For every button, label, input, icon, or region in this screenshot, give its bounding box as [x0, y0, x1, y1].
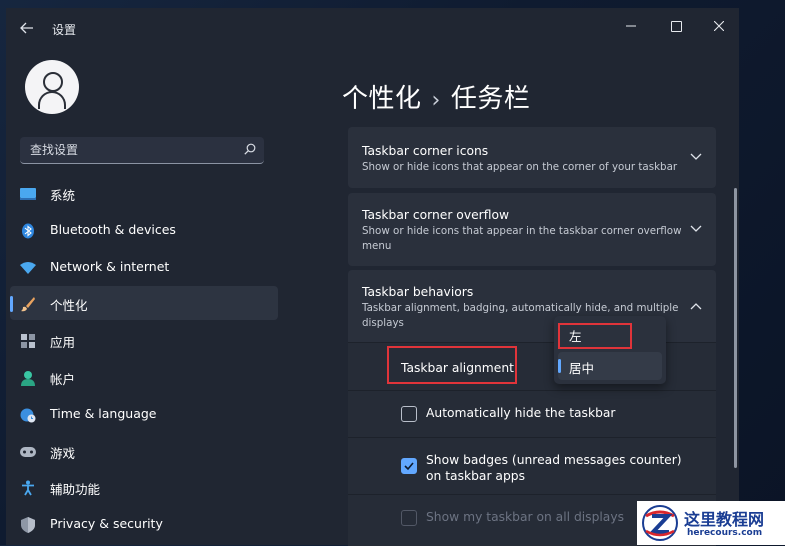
card-title: Taskbar behaviors — [362, 285, 474, 299]
card-description: Show or hide icons that appear on the co… — [362, 161, 678, 173]
sidebar-item-time-language[interactable]: Time & language — [10, 397, 278, 431]
brush-icon — [20, 296, 36, 312]
highlight-box-left-option — [558, 323, 632, 349]
sidebar-item-label: 应用 — [50, 335, 76, 351]
breadcrumb-parent[interactable]: 个性化 — [342, 84, 422, 114]
account-icon — [20, 370, 36, 386]
sidebar-item-label: 辅助功能 — [50, 482, 101, 498]
sidebar-item-label: 个性化 — [50, 298, 88, 314]
checkmark-icon — [404, 462, 414, 471]
show-badges-label: Show badges (unread messages counter) on… — [426, 452, 682, 484]
breadcrumb-separator: › — [431, 88, 441, 113]
search-input[interactable] — [30, 141, 230, 159]
accessibility-icon — [20, 480, 36, 496]
settings-window: 设置 系统 — [6, 8, 739, 546]
show-badges-row[interactable]: Show badges (unread messages counter) on… — [348, 437, 716, 494]
watermark: 这里教程网 herecours.com — [637, 501, 785, 545]
card-title: Taskbar corner overflow — [362, 208, 510, 222]
close-icon — [714, 21, 724, 31]
sidebar-item-apps[interactable]: 应用 — [10, 323, 278, 357]
taskbar-corner-overflow-card[interactable]: Taskbar corner overflow Show or hide ico… — [348, 193, 716, 266]
avatar-body-icon — [38, 91, 66, 109]
sidebar-item-gaming[interactable]: 游戏 — [10, 434, 278, 468]
page-title: 任务栏 — [450, 84, 531, 114]
bluetooth-icon — [20, 223, 36, 239]
show-badges-label-line1: Show badges (unread messages counter) — [426, 453, 682, 467]
app-title: 设置 — [52, 23, 77, 37]
close-button[interactable] — [700, 14, 738, 38]
sidebar-item-label: 游戏 — [50, 445, 76, 461]
sidebar-item-accessibility[interactable]: 辅助功能 — [10, 470, 278, 504]
sidebar-item-privacy[interactable]: Privacy & security — [10, 507, 278, 541]
minimize-icon — [626, 25, 636, 27]
all-displays-label: Show my taskbar on all displays — [426, 510, 625, 524]
search-icon[interactable] — [244, 143, 256, 155]
sidebar-item-label: Privacy & security — [50, 516, 163, 532]
title-bar: 设置 — [6, 8, 739, 48]
sidebar-item-accounts[interactable]: 帐户 — [10, 360, 278, 394]
all-displays-checkbox — [401, 510, 417, 526]
sidebar-item-personalization[interactable]: 个性化 — [10, 286, 278, 321]
gamepad-icon — [20, 444, 36, 460]
selected-indicator — [558, 359, 561, 373]
active-indicator — [10, 296, 13, 313]
chevron-up-icon[interactable] — [690, 302, 702, 310]
sidebar-item-label: Network & internet — [50, 258, 170, 274]
auto-hide-label: Automatically hide the taskbar — [426, 406, 616, 420]
watermark-url: herecours.com — [687, 528, 763, 538]
chevron-down-icon[interactable] — [690, 225, 702, 233]
card-description: Show or hide icons that appear in the ta… — [362, 225, 682, 252]
watermark-logo-icon — [642, 505, 678, 541]
sidebar-item-network[interactable]: Network & internet — [10, 250, 278, 284]
sidebar-item-label: Bluetooth & devices — [50, 221, 176, 237]
highlight-box-alignment — [387, 346, 517, 384]
alignment-option-center[interactable]: 居中 — [558, 352, 662, 380]
shield-icon — [20, 517, 36, 534]
globe-clock-icon — [20, 407, 36, 423]
taskbar-corner-icons-card[interactable]: Taskbar corner icons Show or hide icons … — [348, 127, 716, 188]
sidebar-nav: 系统 Bluetooth & devices Network & interne… — [10, 176, 278, 544]
arrow-left-icon — [20, 22, 33, 34]
avatar-head-icon — [43, 72, 63, 92]
sidebar-item-system[interactable]: 系统 — [10, 176, 278, 210]
sidebar-item-bluetooth[interactable]: Bluetooth & devices — [10, 213, 278, 247]
wifi-icon — [20, 260, 36, 276]
breadcrumb: 个性化 › 任务栏 — [342, 78, 530, 115]
auto-hide-checkbox[interactable] — [401, 406, 417, 422]
search-box[interactable] — [20, 137, 264, 164]
sidebar-item-label: 帐户 — [50, 371, 76, 387]
sidebar-item-label: 系统 — [50, 188, 76, 203]
apps-icon — [20, 333, 36, 349]
sidebar-item-label: Time & language — [50, 405, 157, 421]
show-badges-checkbox[interactable] — [401, 458, 417, 474]
card-title: Taskbar corner icons — [362, 144, 489, 158]
monitor-icon — [20, 186, 36, 202]
chevron-down-icon[interactable] — [690, 153, 702, 161]
maximize-icon — [670, 20, 682, 32]
show-badges-label-line2: on taskbar apps — [426, 469, 525, 483]
minimize-button[interactable] — [612, 14, 650, 38]
avatar[interactable] — [25, 60, 79, 114]
alignment-option-label: 居中 — [569, 361, 595, 376]
back-button[interactable] — [14, 18, 40, 38]
watermark-text: 这里教程网 — [684, 510, 765, 529]
scrollbar[interactable] — [734, 188, 737, 468]
auto-hide-row[interactable]: Automatically hide the taskbar — [348, 390, 716, 437]
maximize-button[interactable] — [657, 14, 695, 38]
